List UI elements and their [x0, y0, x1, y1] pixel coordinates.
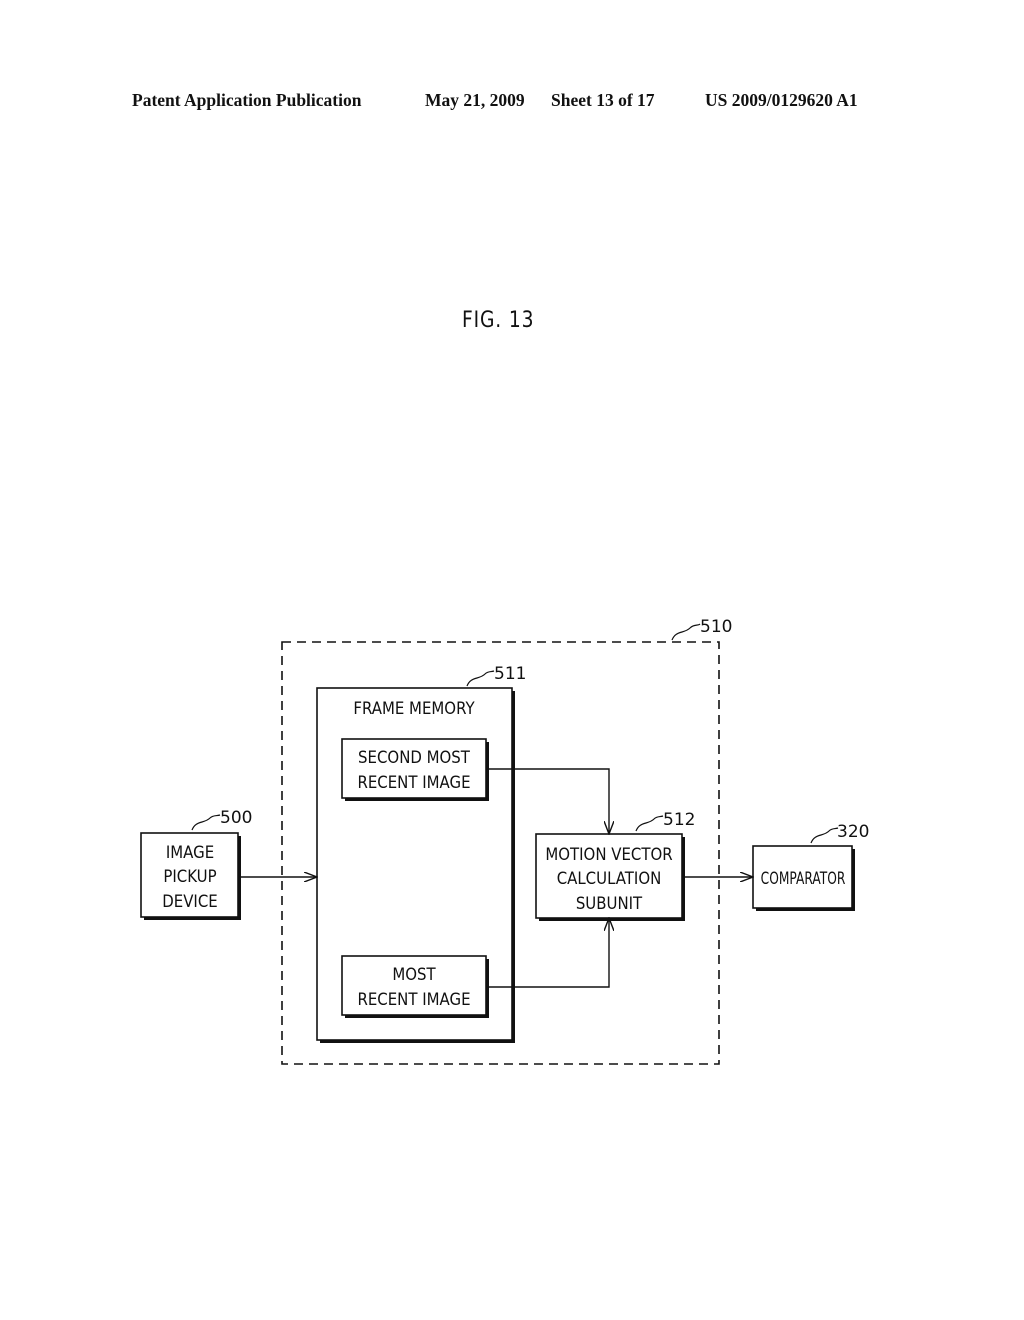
motion-vector-line-1: MOTION VECTOR — [545, 844, 672, 864]
image-pickup-leader — [191, 814, 221, 831]
block-diagram: 510 FRAME MEMORY 511 SECOND MOST RECENT … — [140, 617, 869, 1065]
comparator-block: COMPARATOR 320 — [752, 822, 869, 911]
comparator-leader — [810, 827, 839, 844]
frame-memory-label: FRAME MEMORY — [353, 698, 474, 718]
comparator-ref: 320 — [837, 822, 869, 842]
second-most-recent-line-2: RECENT IMAGE — [357, 772, 470, 792]
most-recent-line-1: MOST — [392, 964, 435, 984]
motion-vector-line-2: CALCULATION — [557, 868, 662, 888]
unit-510-ref: 510 — [700, 617, 732, 637]
motion-vector-block: MOTION VECTOR CALCULATION SUBUNIT 512 — [535, 810, 695, 921]
image-pickup-line-2: PICKUP — [163, 866, 217, 886]
most-recent-image-block: MOST RECENT IMAGE — [341, 955, 489, 1018]
motion-vector-line-3: SUBUNIT — [576, 893, 643, 913]
unit-510-leader — [671, 623, 701, 641]
second-most-recent-image-block: SECOND MOST RECENT IMAGE — [341, 738, 489, 801]
image-pickup-line-1: IMAGE — [166, 842, 214, 862]
image-pickup-device-block: IMAGE PICKUP DEVICE 500 — [140, 808, 252, 920]
second-most-recent-line-1: SECOND MOST — [358, 747, 470, 767]
motion-vector-ref: 512 — [663, 810, 695, 830]
image-pickup-ref: 500 — [220, 808, 252, 828]
image-pickup-line-3: DEVICE — [162, 891, 217, 911]
frame-memory-ref: 511 — [494, 664, 526, 684]
comparator-label: COMPARATOR — [761, 869, 846, 889]
most-recent-line-2: RECENT IMAGE — [357, 989, 470, 1009]
motion-vector-leader — [635, 815, 664, 832]
frame-memory-leader — [466, 670, 495, 687]
